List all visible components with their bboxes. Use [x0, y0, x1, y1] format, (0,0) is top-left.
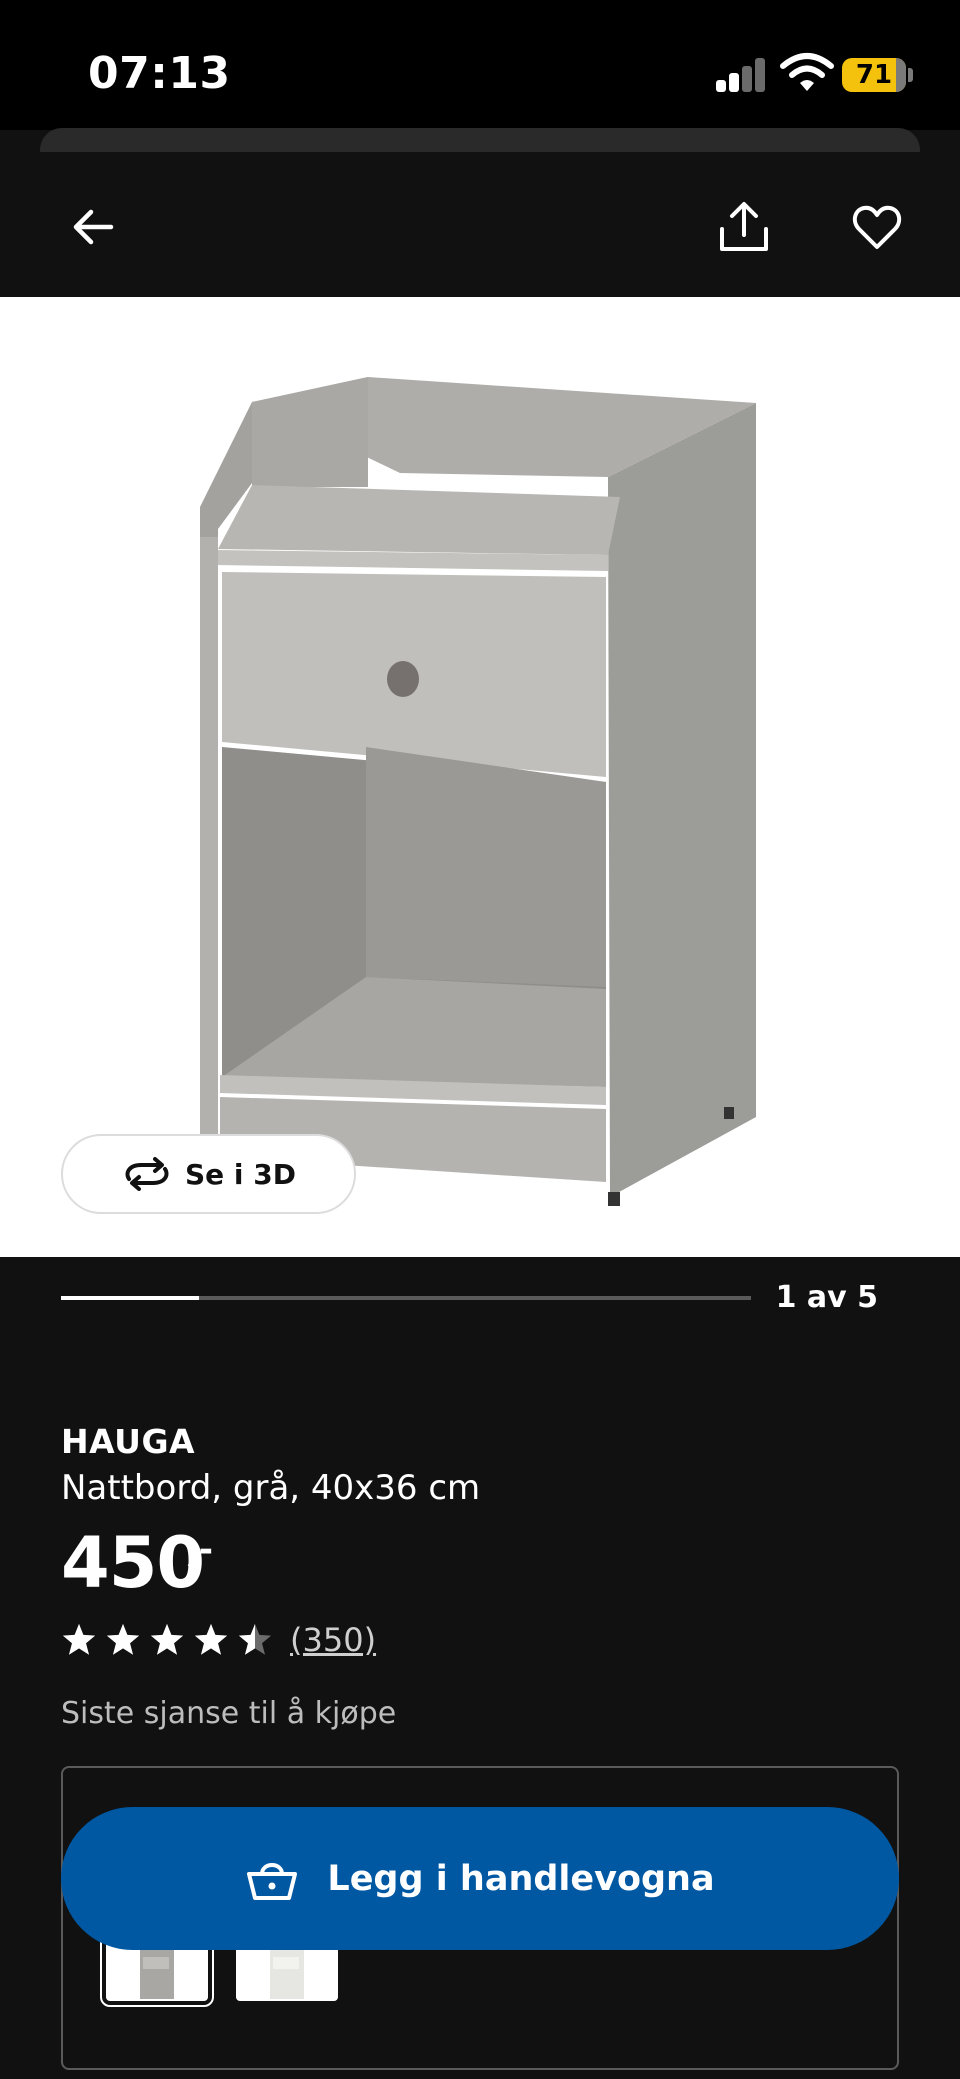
battery-indicator: 71	[842, 58, 906, 92]
wifi-icon	[780, 53, 834, 91]
rating-count-link[interactable]: (350)	[290, 1621, 376, 1659]
product-price-suffix: ,-	[186, 1530, 214, 1570]
add-to-cart-button[interactable]: Legg i handlevogna	[61, 1807, 899, 1950]
favorite-button[interactable]	[842, 192, 912, 262]
star-half-icon	[238, 1623, 272, 1655]
star-full-icon	[150, 1623, 184, 1655]
arrow-left-icon	[73, 209, 114, 245]
product-price: 450	[61, 1522, 205, 1604]
star-full-icon	[194, 1623, 228, 1655]
battery-level: 71	[855, 60, 893, 90]
see-in-3d-button[interactable]: Se i 3D	[61, 1134, 356, 1214]
top-navigation	[0, 152, 960, 297]
battery-tip	[908, 68, 913, 82]
rotate-3d-icon	[125, 1157, 169, 1191]
signal-icon	[716, 56, 766, 92]
back-button[interactable]	[58, 192, 128, 262]
share-button[interactable]	[709, 192, 779, 262]
share-icon	[720, 202, 768, 251]
gallery-progress-fill	[61, 1296, 199, 1300]
heart-icon	[852, 205, 902, 249]
basket-icon	[247, 1862, 298, 1900]
product-description: Nattbord, grå, 40x36 cm	[61, 1468, 481, 1508]
rating-stars[interactable]	[61, 1622, 273, 1658]
status-time: 07:13	[88, 48, 231, 99]
star-full-icon	[106, 1623, 140, 1655]
gallery-progress-bar	[61, 1296, 751, 1300]
status-bar: 07:13 71	[0, 0, 960, 130]
gallery-page-counter: 1 av 5	[775, 1280, 878, 1315]
star-full-icon	[62, 1623, 96, 1655]
add-to-cart-label: Legg i handlevogna	[327, 1858, 715, 1899]
stock-note: Siste sjanse til å kjøpe	[61, 1696, 397, 1731]
product-image	[200, 377, 756, 1206]
product-image-gallery[interactable]	[0, 297, 960, 1257]
see-in-3d-label: Se i 3D	[185, 1157, 296, 1191]
product-brand: HAUGA	[61, 1422, 196, 1461]
